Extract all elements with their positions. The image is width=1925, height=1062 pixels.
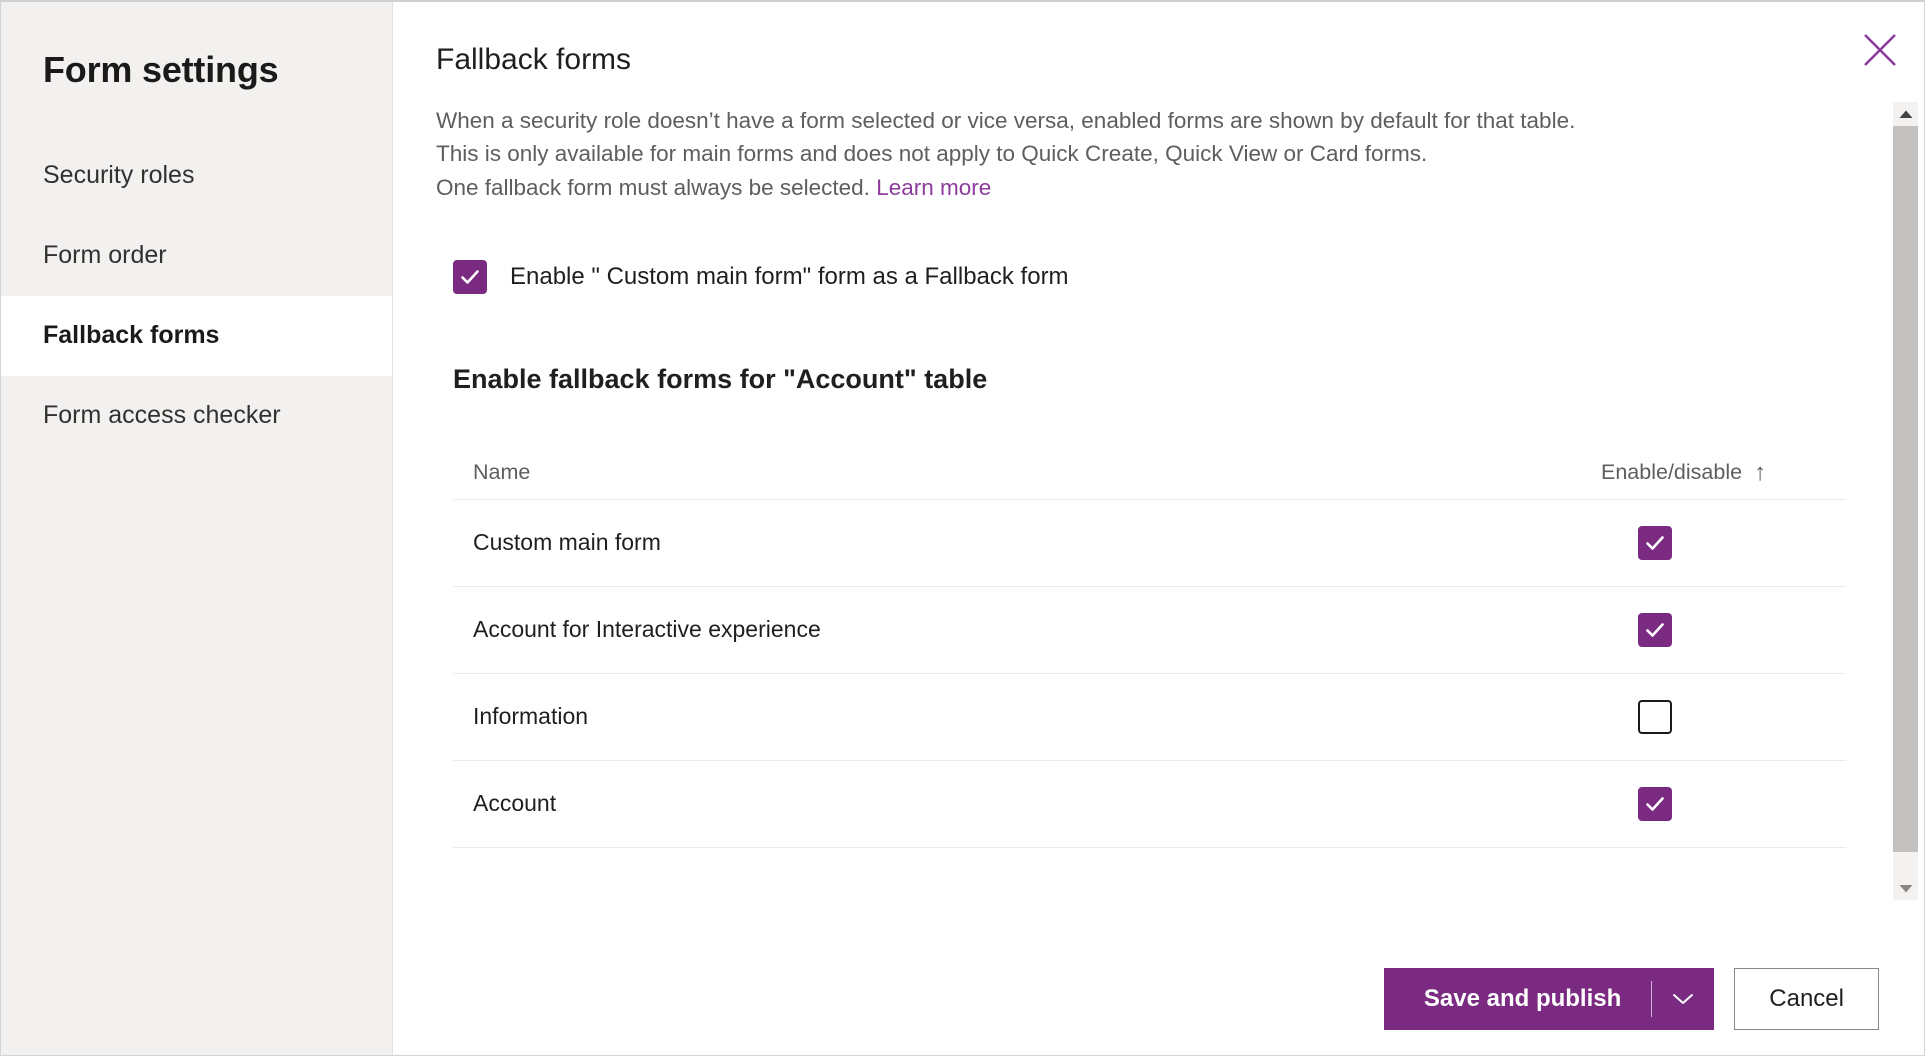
table-row[interactable]: Account for Interactive experience (453, 587, 1846, 674)
panel-description: When a security role doesn’t have a form… (436, 104, 1864, 204)
vertical-scrollbar[interactable] (1893, 102, 1918, 900)
enable-fallback-checkbox-label: Enable " Custom main form" form as a Fal… (510, 263, 1069, 291)
description-line-3: One fallback form must always be selecte… (436, 171, 1864, 204)
main-panel: Fallback forms When a security role does… (393, 2, 1924, 1055)
table-header-row: Name Enable/disable ↑ (453, 447, 1846, 500)
form-settings-dialog: Form settings Security roles Form order … (0, 0, 1925, 1056)
sidebar-item-security-roles[interactable]: Security roles (1, 136, 392, 216)
table-cell-enable (1426, 526, 1846, 560)
sidebar-item-form-order[interactable]: Form order (1, 216, 392, 296)
description-line-3-text: One fallback form must always be selecte… (436, 175, 870, 200)
description-line-2: This is only available for main forms an… (436, 137, 1864, 170)
table-row[interactable]: Custom main form (453, 500, 1846, 587)
scroll-down-arrow-icon[interactable] (1893, 876, 1918, 900)
scroll-up-arrow-icon[interactable] (1893, 102, 1918, 126)
screenshot-root: Form settings Security roles Form order … (0, 0, 1925, 1062)
column-header-enable-disable[interactable]: Enable/disable ↑ (1426, 460, 1846, 485)
dialog-footer: Save and publish Cancel (393, 943, 1924, 1055)
row-enable-checkbox[interactable] (1638, 613, 1672, 647)
table-row[interactable]: Account (453, 761, 1846, 848)
page-title: Fallback forms (436, 42, 1864, 78)
sort-ascending-arrow-icon: ↑ (1754, 461, 1766, 485)
table-cell-name: Account (453, 790, 1426, 817)
save-and-publish-label: Save and publish (1384, 985, 1651, 1013)
table-row[interactable]: Information (453, 674, 1846, 761)
enable-fallback-checkbox[interactable] (453, 260, 487, 294)
sidebar-nav: Security roles Form order Fallback forms… (1, 136, 392, 456)
table-heading: Enable fallback forms for "Account" tabl… (436, 364, 1864, 395)
chevron-down-icon[interactable] (1652, 968, 1714, 1030)
sidebar-item-label: Fallback forms (43, 321, 219, 350)
sidebar-item-label: Form order (43, 241, 167, 270)
sidebar-item-fallback-forms[interactable]: Fallback forms (1, 296, 392, 376)
table-cell-name: Information (453, 703, 1426, 730)
row-enable-checkbox[interactable] (1638, 526, 1672, 560)
save-and-publish-button[interactable]: Save and publish (1384, 968, 1714, 1030)
table-cell-enable (1426, 787, 1846, 821)
fallback-forms-table: Name Enable/disable ↑ Custom main form (436, 447, 1856, 848)
table-cell-enable (1426, 613, 1846, 647)
close-icon[interactable] (1854, 24, 1906, 76)
table-cell-name: Account for Interactive experience (453, 616, 1426, 643)
row-enable-checkbox[interactable] (1638, 787, 1672, 821)
scrollbar-thumb[interactable] (1893, 126, 1918, 852)
table-cell-name: Custom main form (453, 529, 1426, 556)
sidebar-item-label: Form access checker (43, 401, 281, 430)
cancel-button[interactable]: Cancel (1734, 968, 1879, 1030)
sidebar-title: Form settings (1, 2, 392, 90)
learn-more-link[interactable]: Learn more (876, 175, 991, 200)
sidebar-item-label: Security roles (43, 161, 194, 190)
table-cell-enable (1426, 700, 1846, 734)
enable-fallback-checkbox-row[interactable]: Enable " Custom main form" form as a Fal… (436, 260, 1864, 294)
sidebar: Form settings Security roles Form order … (1, 2, 393, 1055)
column-header-enable-disable-label: Enable/disable (1601, 460, 1742, 485)
row-enable-checkbox[interactable] (1638, 700, 1672, 734)
sidebar-item-form-access-checker[interactable]: Form access checker (1, 376, 392, 456)
description-line-1: When a security role doesn’t have a form… (436, 104, 1864, 137)
panel-content: Fallback forms When a security role does… (393, 2, 1924, 943)
column-header-name[interactable]: Name (453, 460, 1426, 485)
